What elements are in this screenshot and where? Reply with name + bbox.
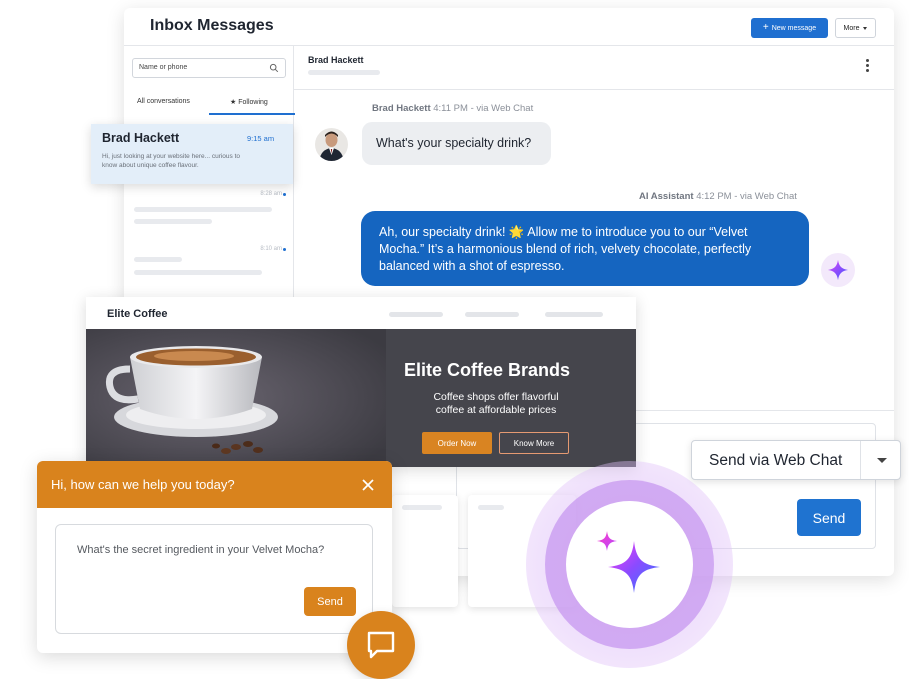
active-tab-indicator — [209, 113, 295, 115]
hero-subtitle: Coffee shops offer flavorful coffee at a… — [433, 391, 559, 416]
placeholder-line — [134, 207, 272, 212]
more-button[interactable]: More — [835, 18, 876, 38]
placeholder-line — [134, 257, 182, 262]
chat-bubble-icon — [367, 631, 395, 659]
placeholder-line — [134, 219, 212, 224]
search-icon — [269, 63, 279, 73]
inbox-header: Inbox Messages + New message More — [124, 8, 894, 46]
send-button[interactable]: Send — [797, 499, 861, 536]
caret-down-icon[interactable] — [877, 458, 887, 463]
chat-widget-message: What's the secret ingredient in your Vel… — [77, 544, 325, 556]
website-brand: Elite Coffee — [107, 308, 168, 320]
unread-dot — [283, 248, 286, 251]
send-channel-label: Send via Web Chat — [709, 452, 843, 469]
incoming-message: What's your specialty drink? — [362, 122, 551, 165]
unread-dot — [283, 193, 286, 196]
page-title: Inbox Messages — [150, 17, 274, 34]
order-now-button[interactable]: Order Now — [422, 432, 492, 454]
chat-widget: Hi, how can we help you today? What's th… — [37, 461, 392, 653]
placeholder-line — [308, 70, 380, 75]
outgoing-message: Ah, our specialty drink! 🌟 Allow me to i… — [361, 211, 809, 286]
send-channel-dropdown[interactable]: Send via Web Chat — [691, 440, 901, 480]
chat-widget-greeting: Hi, how can we help you today? — [51, 477, 235, 492]
plus-icon: + — [762, 22, 769, 33]
hero-banner: Elite Coffee Brands Coffee shops offer f… — [86, 329, 636, 467]
active-conversation-card[interactable]: Brad Hackett 9:15 am Hi, just looking at… — [91, 124, 293, 184]
kebab-icon[interactable] — [866, 59, 870, 73]
placeholder-card — [392, 495, 458, 607]
placeholder-line — [402, 505, 442, 510]
message-time: 4:11 PM - via Web Chat — [433, 103, 534, 114]
search-placeholder: Name or phone — [139, 64, 188, 71]
tab-following-label: Following — [238, 99, 268, 106]
message-sender: Brad Hackett — [372, 103, 431, 114]
sparkle-icon — [827, 259, 849, 281]
ai-orb[interactable] — [566, 501, 693, 628]
placeholder-line — [134, 270, 262, 275]
website-preview: Elite Coffee Elite Coffee Brands Coffee … — [86, 297, 636, 467]
chat-widget-send-button[interactable]: Send — [304, 587, 356, 616]
tab-following[interactable]: ★ Following — [230, 98, 268, 106]
nav-placeholder[interactable] — [389, 312, 443, 317]
chat-widget-message-box[interactable]: What's the secret ingredient in your Vel… — [55, 524, 373, 634]
message-time: 4:12 PM - via Web Chat — [696, 191, 797, 202]
nav-placeholder[interactable] — [465, 312, 519, 317]
conversation-time: 8:28 am — [260, 191, 282, 197]
search-input[interactable]: Name or phone — [132, 58, 286, 78]
placeholder-line — [478, 505, 504, 510]
message-meta: AI Assistant 4:12 PM - via Web Chat — [639, 191, 797, 202]
message-sender: AI Assistant — [639, 191, 694, 202]
avatar — [315, 128, 348, 161]
know-more-button[interactable]: Know More — [499, 432, 569, 454]
list-item[interactable]: 8:10 am — [132, 246, 286, 286]
more-label: More — [843, 24, 860, 32]
ai-avatar — [821, 253, 855, 287]
close-icon[interactable] — [360, 477, 376, 493]
hero-title: Elite Coffee Brands — [404, 360, 571, 380]
chat-launcher-button[interactable] — [347, 611, 415, 679]
conversation-preview: Hi, just looking at your website here...… — [102, 153, 241, 169]
chat-widget-header: Hi, how can we help you today? — [37, 461, 392, 508]
tab-all-conversations[interactable]: All conversations — [137, 98, 190, 105]
user-avatar-icon — [315, 128, 348, 161]
chat-header: Brad Hackett — [294, 46, 894, 90]
contact-name: Brad Hackett — [308, 55, 364, 65]
divider — [860, 441, 861, 479]
star-icon: ★ — [230, 99, 237, 106]
coffee-cup-image — [86, 329, 386, 467]
list-item[interactable]: 8:28 am — [132, 191, 286, 231]
conversation-time: 8:10 am — [260, 246, 282, 252]
caret-down-icon — [863, 26, 868, 30]
conversation-name: Brad Hackett — [102, 131, 180, 145]
sparkle-icon — [596, 530, 660, 593]
website-navbar: Elite Coffee — [86, 297, 636, 329]
new-message-label: New message — [771, 24, 817, 32]
message-meta: Brad Hackett 4:11 PM - via Web Chat — [372, 103, 533, 114]
nav-placeholder[interactable] — [545, 312, 603, 317]
conversation-time: 9:15 am — [247, 134, 275, 143]
new-message-button[interactable]: + New message — [751, 18, 828, 38]
